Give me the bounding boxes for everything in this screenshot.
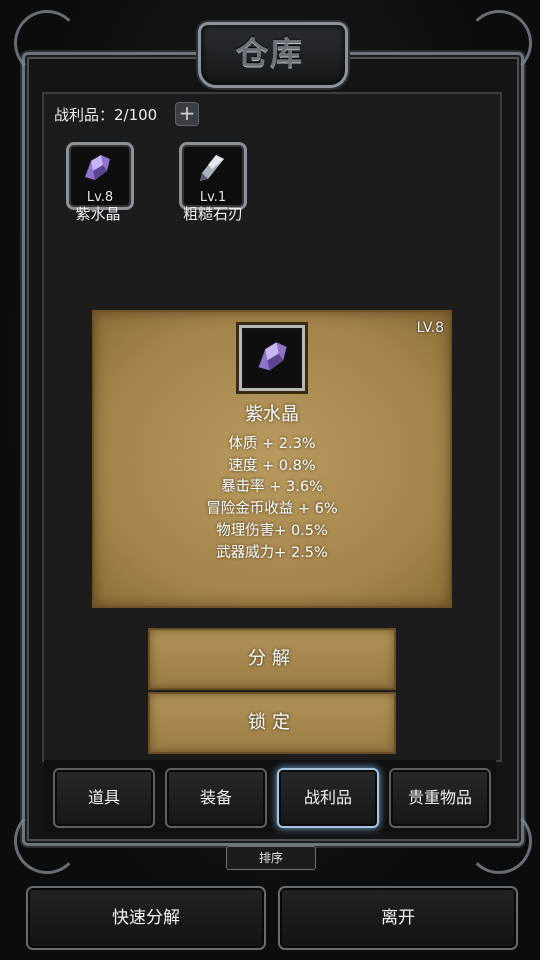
- detail-item-name: 紫水晶: [245, 404, 299, 425]
- item-detail-card: LV.8 紫水晶 体质 + 2.3% 速度 + 0.8% 暴击率 + 3.6% …: [92, 310, 452, 608]
- rough-stone-blade-icon: [200, 155, 224, 181]
- quick-decompose-button[interactable]: 快速分解: [26, 886, 266, 950]
- loot-capacity-label: 战利品：2/100: [54, 106, 158, 124]
- stat-line: 暴击率 + 3.6%: [221, 479, 323, 496]
- tab-loot[interactable]: 战利品: [277, 768, 379, 828]
- amethyst-icon: [258, 342, 287, 371]
- frame-ornament-top-left: [14, 10, 80, 76]
- tab-items[interactable]: 道具: [53, 768, 155, 828]
- item-name: 紫水晶: [75, 205, 121, 223]
- item-name: 粗糙石刃: [182, 205, 243, 223]
- stat-line: 体质 + 2.3%: [228, 436, 316, 452]
- amethyst-icon: [85, 155, 110, 180]
- expand-capacity-button[interactable]: +: [175, 102, 199, 126]
- tab-equipment[interactable]: 装备: [165, 768, 267, 828]
- detail-level: LV.8: [416, 320, 444, 336]
- inventory-slot-amethyst[interactable]: Lv.8: [66, 142, 134, 210]
- stat-line: 物理伤害+ 0.5%: [216, 522, 328, 539]
- tab-valuables[interactable]: 贵重物品: [389, 768, 491, 828]
- frame-ornament-top-right: [466, 10, 532, 76]
- sort-button[interactable]: 排序: [226, 846, 316, 870]
- detail-item-slot: [236, 322, 308, 394]
- stat-line: 武器威力+ 2.5%: [216, 544, 328, 561]
- stat-line: 速度 + 0.8%: [228, 457, 316, 474]
- lock-button[interactable]: 锁定: [148, 692, 396, 754]
- stat-line: 冒险金币收益 + 6%: [206, 501, 338, 518]
- stat-list: 体质 + 2.3% 速度 + 0.8% 暴击率 + 3.6% 冒险金币收益 + …: [94, 434, 450, 564]
- window-title: 仓库: [235, 34, 304, 72]
- leave-button[interactable]: 离开: [278, 886, 518, 950]
- inventory-slot-rough-stone-blade[interactable]: Lv.1: [179, 142, 247, 210]
- decompose-button[interactable]: 分解: [148, 628, 396, 690]
